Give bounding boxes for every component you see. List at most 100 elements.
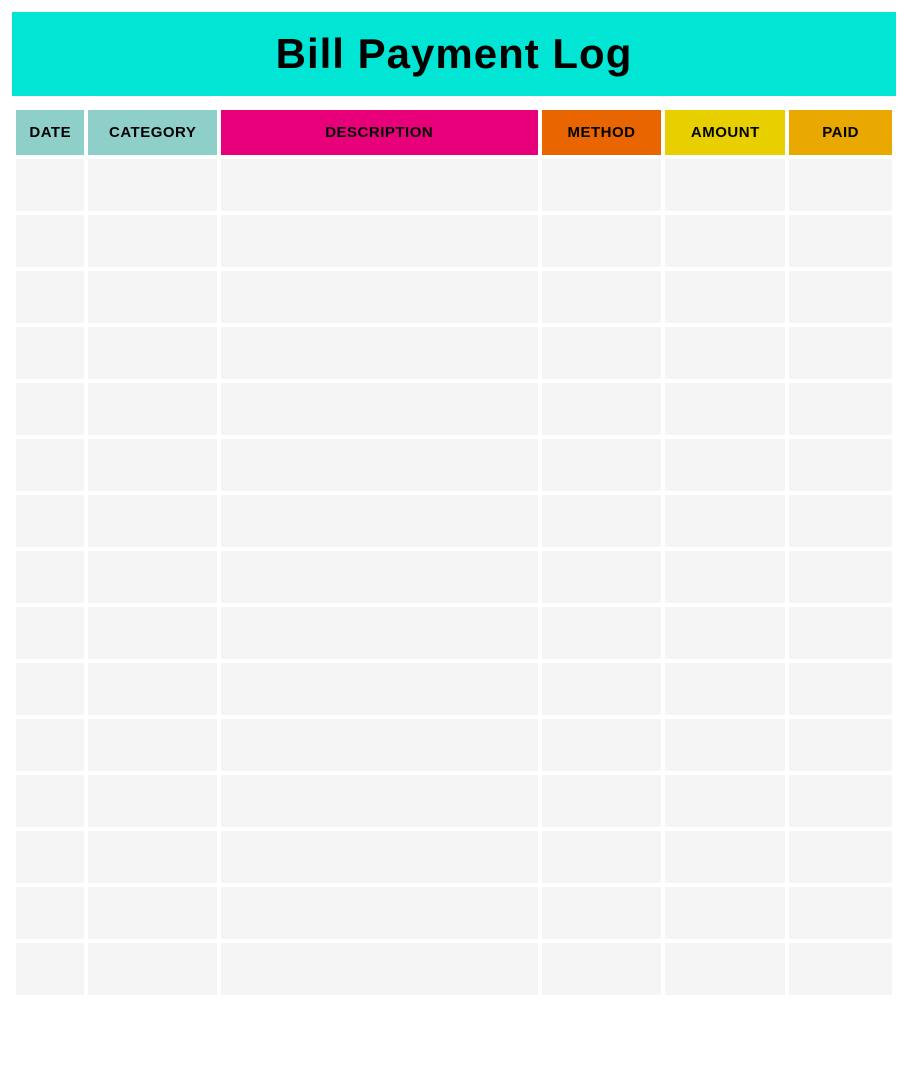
category-cell[interactable]	[88, 663, 216, 715]
paid-cell[interactable]	[789, 495, 892, 547]
description-cell[interactable]	[221, 551, 538, 603]
amount-cell[interactable]	[665, 887, 785, 939]
description-cell[interactable]	[221, 495, 538, 547]
method-cell[interactable]	[542, 551, 662, 603]
amount-cell[interactable]	[665, 271, 785, 323]
date-cell[interactable]	[16, 271, 84, 323]
method-cell[interactable]	[542, 831, 662, 883]
category-cell[interactable]	[88, 495, 216, 547]
amount-cell[interactable]	[665, 831, 785, 883]
table-row	[16, 775, 892, 827]
date-cell[interactable]	[16, 663, 84, 715]
paid-cell[interactable]	[789, 775, 892, 827]
amount-cell[interactable]	[665, 719, 785, 771]
paid-cell[interactable]	[789, 719, 892, 771]
category-cell[interactable]	[88, 551, 216, 603]
category-cell[interactable]	[88, 887, 216, 939]
date-cell[interactable]	[16, 551, 84, 603]
method-cell[interactable]	[542, 887, 662, 939]
description-cell[interactable]	[221, 327, 538, 379]
category-cell[interactable]	[88, 775, 216, 827]
description-cell[interactable]	[221, 719, 538, 771]
col-header-amount: AMOUNT	[665, 110, 785, 155]
description-cell[interactable]	[221, 215, 538, 267]
date-cell[interactable]	[16, 607, 84, 659]
description-cell[interactable]	[221, 831, 538, 883]
amount-cell[interactable]	[665, 551, 785, 603]
category-cell[interactable]	[88, 943, 216, 995]
description-cell[interactable]	[221, 887, 538, 939]
paid-cell[interactable]	[789, 887, 892, 939]
category-cell[interactable]	[88, 719, 216, 771]
date-cell[interactable]	[16, 719, 84, 771]
paid-cell[interactable]	[789, 607, 892, 659]
col-header-method: METHOD	[542, 110, 662, 155]
date-cell[interactable]	[16, 831, 84, 883]
date-cell[interactable]	[16, 495, 84, 547]
method-cell[interactable]	[542, 439, 662, 491]
bill-payment-table: DATE CATEGORY DESCRIPTION METHOD AMOUNT …	[12, 106, 896, 999]
page-title: Bill Payment Log	[22, 30, 886, 78]
table-row	[16, 607, 892, 659]
method-cell[interactable]	[542, 327, 662, 379]
date-cell[interactable]	[16, 887, 84, 939]
method-cell[interactable]	[542, 215, 662, 267]
method-cell[interactable]	[542, 663, 662, 715]
amount-cell[interactable]	[665, 159, 785, 211]
paid-cell[interactable]	[789, 831, 892, 883]
amount-cell[interactable]	[665, 943, 785, 995]
paid-cell[interactable]	[789, 663, 892, 715]
category-cell[interactable]	[88, 383, 216, 435]
paid-cell[interactable]	[789, 271, 892, 323]
method-cell[interactable]	[542, 495, 662, 547]
amount-cell[interactable]	[665, 495, 785, 547]
method-cell[interactable]	[542, 719, 662, 771]
amount-cell[interactable]	[665, 663, 785, 715]
description-cell[interactable]	[221, 159, 538, 211]
amount-cell[interactable]	[665, 775, 785, 827]
date-cell[interactable]	[16, 327, 84, 379]
amount-cell[interactable]	[665, 607, 785, 659]
description-cell[interactable]	[221, 663, 538, 715]
paid-cell[interactable]	[789, 327, 892, 379]
page-wrapper: Bill Payment Log DATE CATEGORY DESCRIPTI…	[12, 12, 896, 999]
method-cell[interactable]	[542, 383, 662, 435]
category-cell[interactable]	[88, 831, 216, 883]
method-cell[interactable]	[542, 159, 662, 211]
category-cell[interactable]	[88, 215, 216, 267]
category-cell[interactable]	[88, 327, 216, 379]
table-row	[16, 327, 892, 379]
description-cell[interactable]	[221, 439, 538, 491]
table-row	[16, 663, 892, 715]
category-cell[interactable]	[88, 271, 216, 323]
date-cell[interactable]	[16, 383, 84, 435]
date-cell[interactable]	[16, 215, 84, 267]
amount-cell[interactable]	[665, 327, 785, 379]
category-cell[interactable]	[88, 607, 216, 659]
amount-cell[interactable]	[665, 215, 785, 267]
date-cell[interactable]	[16, 775, 84, 827]
category-cell[interactable]	[88, 439, 216, 491]
paid-cell[interactable]	[789, 551, 892, 603]
amount-cell[interactable]	[665, 383, 785, 435]
description-cell[interactable]	[221, 271, 538, 323]
description-cell[interactable]	[221, 607, 538, 659]
method-cell[interactable]	[542, 607, 662, 659]
date-cell[interactable]	[16, 439, 84, 491]
description-cell[interactable]	[221, 383, 538, 435]
method-cell[interactable]	[542, 943, 662, 995]
description-cell[interactable]	[221, 775, 538, 827]
date-cell[interactable]	[16, 159, 84, 211]
method-cell[interactable]	[542, 271, 662, 323]
paid-cell[interactable]	[789, 383, 892, 435]
paid-cell[interactable]	[789, 159, 892, 211]
paid-cell[interactable]	[789, 943, 892, 995]
paid-cell[interactable]	[789, 215, 892, 267]
category-cell[interactable]	[88, 159, 216, 211]
date-cell[interactable]	[16, 943, 84, 995]
table-row	[16, 215, 892, 267]
paid-cell[interactable]	[789, 439, 892, 491]
description-cell[interactable]	[221, 943, 538, 995]
amount-cell[interactable]	[665, 439, 785, 491]
method-cell[interactable]	[542, 775, 662, 827]
